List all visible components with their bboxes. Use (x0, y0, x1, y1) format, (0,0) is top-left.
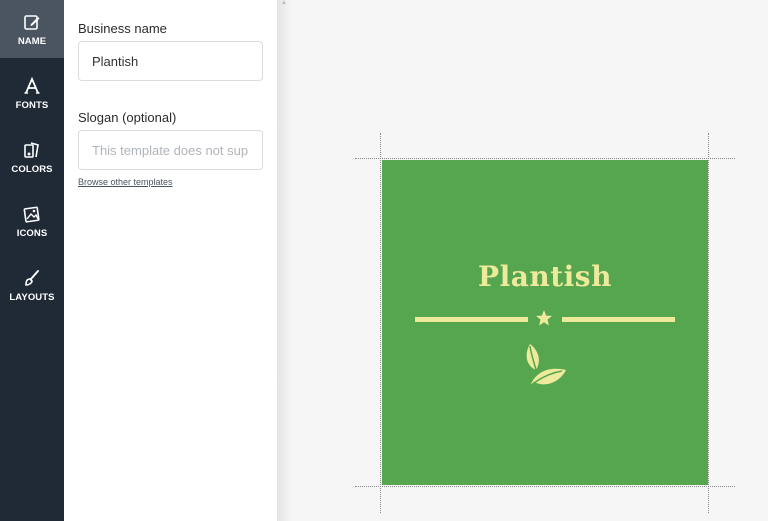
sidebar-item-name[interactable]: NAME (0, 0, 64, 58)
logo-divider-left (415, 317, 528, 322)
logo-preview[interactable]: Plantish (382, 160, 708, 485)
panel-divider (277, 0, 291, 521)
sidebar-item-label: NAME (17, 35, 47, 47)
sidebar-nav: NAME FONTS COLORS ICONS LAYOUTS (0, 0, 64, 521)
crop-guide-top (355, 158, 735, 159)
leaf-icon (526, 344, 566, 387)
business-name-input[interactable] (78, 41, 263, 81)
palette-icon (22, 140, 42, 160)
sidebar-item-label: ICONS (16, 227, 48, 239)
slogan-input[interactable] (78, 130, 263, 170)
image-icon (22, 204, 42, 224)
sidebar-item-label: COLORS (11, 163, 53, 175)
logo-divider-right (562, 317, 675, 322)
sidebar-item-fonts[interactable]: FONTS (0, 64, 64, 122)
sidebar-item-colors[interactable]: COLORS (0, 128, 64, 186)
name-settings-panel: Business name Slogan (optional) Browse o… (64, 0, 277, 521)
sidebar-item-icons[interactable]: ICONS (0, 192, 64, 250)
browse-templates-link[interactable]: Browse other templates (78, 177, 173, 187)
crop-guide-right (708, 133, 709, 513)
star-icon (536, 310, 552, 326)
scroll-up-indicator: ▲ (281, 0, 287, 6)
edit-icon (22, 12, 42, 32)
slogan-label: Slogan (optional) (78, 110, 177, 125)
sidebar-item-label: LAYOUTS (9, 291, 55, 303)
font-icon (22, 76, 42, 96)
crop-guide-bottom (355, 486, 735, 487)
logo-business-name: Plantish (478, 260, 612, 293)
sidebar-item-layouts[interactable]: LAYOUTS (0, 256, 64, 314)
crop-guide-left (380, 133, 381, 513)
business-name-label: Business name (78, 21, 167, 36)
sidebar-item-label: FONTS (15, 99, 49, 111)
brush-icon (22, 268, 42, 288)
